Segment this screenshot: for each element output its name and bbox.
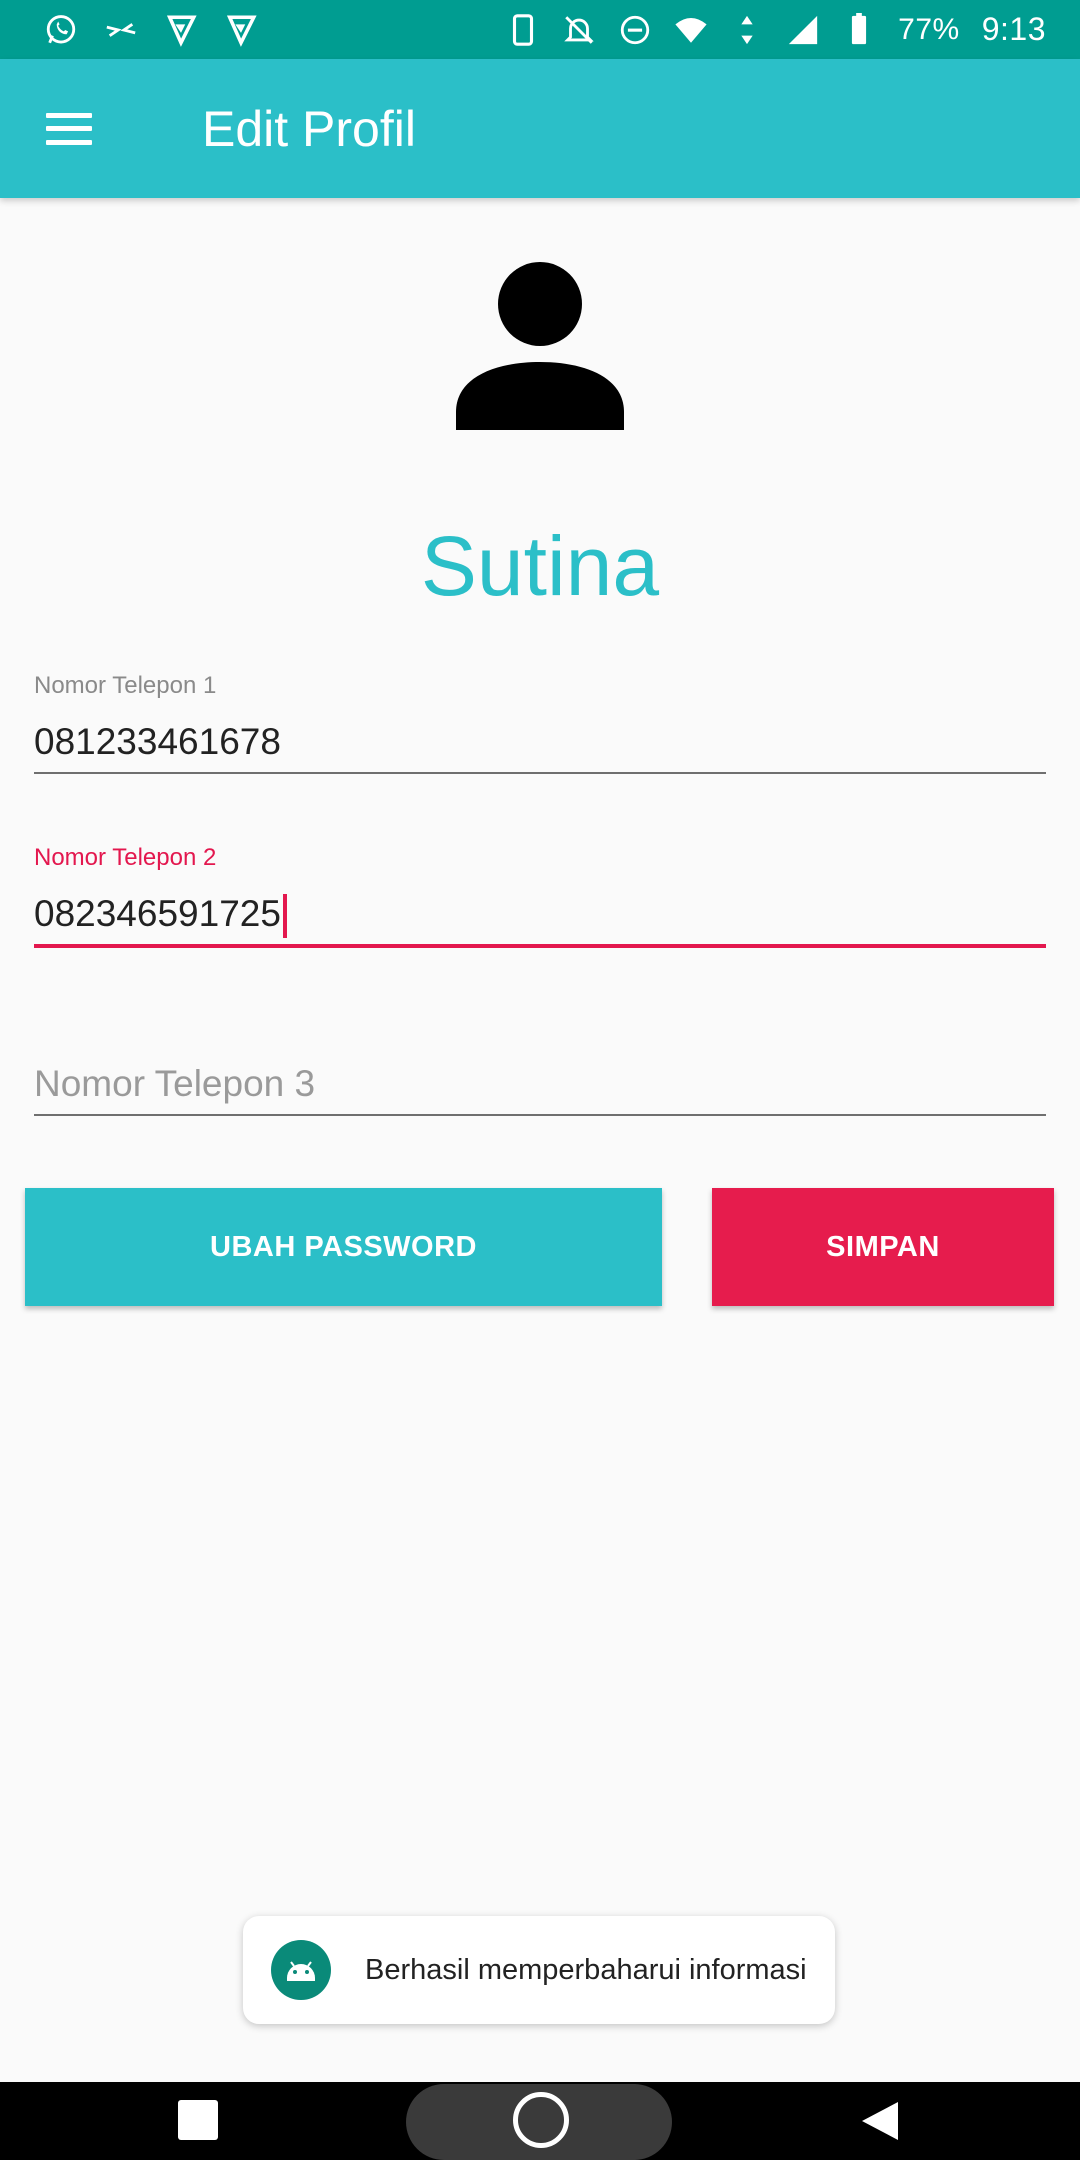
text-cursor: [282, 894, 287, 939]
phone-field-1-underline: [34, 772, 1046, 774]
phone-field-2-underline: [34, 944, 1046, 948]
whatsapp-icon: [44, 13, 78, 47]
status-time: 9:13: [981, 11, 1046, 47]
person-icon: [456, 262, 624, 430]
phone-field-1-label: Nomor Telepon 1: [34, 672, 217, 699]
phone-icon: [506, 13, 540, 47]
battery-percentage: 77%: [898, 12, 960, 46]
status-bar: 77% 9:13: [0, 0, 1080, 59]
status-left-icons: [44, 13, 258, 47]
notifications-off-icon: [562, 13, 596, 47]
wifi-icon: [674, 13, 708, 47]
change-password-button[interactable]: UBAH PASSWORD: [25, 1188, 662, 1306]
compress-arrows-icon: [104, 13, 138, 47]
signal-icon: [786, 13, 820, 47]
phone-input-2[interactable]: 082346591725: [34, 892, 1046, 939]
phone-field-3: [34, 1060, 1046, 1118]
toast-message: Berhasil memperbaharui informasi: [365, 1953, 807, 1986]
save-button[interactable]: SIMPAN: [712, 1188, 1054, 1306]
phone-input-2-value: 082346591725: [34, 893, 281, 934]
app-bar: Edit Profil: [0, 59, 1080, 198]
back-button[interactable]: [860, 2100, 902, 2142]
battery-icon: [842, 12, 876, 47]
navigation-bar: [0, 2082, 1080, 2160]
phone-field-2: Nomor Telepon 2 082346591725: [34, 844, 1046, 950]
profile-name: Sutina: [420, 519, 660, 613]
hamburger-menu-icon[interactable]: [46, 112, 92, 145]
phone-field-1: Nomor Telepon 1 081233461678: [34, 672, 1046, 776]
play-store-icon: [224, 13, 258, 47]
recents-button[interactable]: [178, 2100, 218, 2140]
play-store-icon: [164, 13, 198, 47]
page-title: Edit Profil: [202, 100, 416, 157]
status-right-icons: 77% 9:13: [506, 11, 1046, 48]
phone-input-1[interactable]: 081233461678: [34, 720, 1046, 764]
phone-input-3[interactable]: [34, 1060, 1046, 1108]
phone-field-2-label: Nomor Telepon 2: [34, 844, 217, 871]
toast: Berhasil memperbaharui informasi: [243, 1916, 835, 2024]
home-button[interactable]: [513, 2092, 569, 2148]
do-not-disturb-icon: [618, 13, 652, 47]
phone-field-3-underline: [34, 1114, 1046, 1116]
android-icon: [271, 1940, 331, 2000]
data-arrows-icon: [730, 13, 764, 47]
